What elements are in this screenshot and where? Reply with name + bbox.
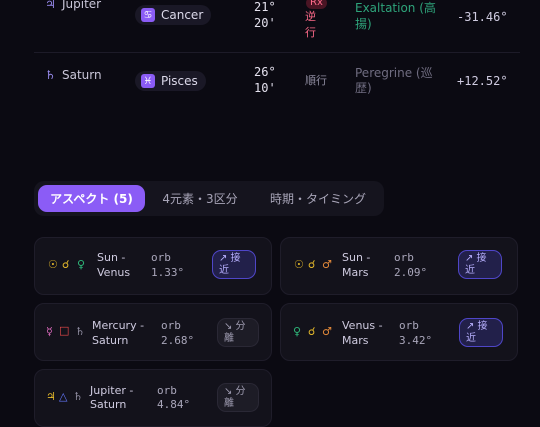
orb-value: 1.33° (151, 266, 185, 279)
tab-elements[interactable]: 4元素・3区分 (150, 185, 250, 212)
aspect-card-mercury-saturn[interactable]: ☿ □ ♄ Mercury - Saturn orb 2.68° ↘ 分 離 (34, 303, 272, 361)
saturn-icon: ♄ (75, 325, 85, 338)
saturn-icon: ♄ (73, 390, 83, 403)
motion-status: 順行 (305, 74, 327, 87)
aspect-card-sun-venus[interactable]: ☉ ☌ ♀ Sun - Venus orb 1.33° ↗ 接 近 (34, 237, 272, 295)
sign-name: Pisces (161, 74, 198, 88)
saturn-icon: ♄ (45, 68, 56, 82)
orb-value: 4.84° (157, 398, 191, 411)
badge-line2: 離 (224, 333, 234, 344)
badge-line2: 離 (224, 398, 234, 409)
badge-line1: ↗ 接 (465, 253, 487, 264)
orb-label: orb (161, 319, 181, 332)
aspect-pair-line1: Mercury - (92, 319, 145, 332)
badge-line1: ↗ 接 (466, 321, 488, 332)
orb-value: 2.09° (394, 266, 428, 279)
aspect-pair-line1: Venus - (342, 319, 383, 332)
aspect-pair-line2: Mars (342, 334, 369, 347)
badge-line2: 近 (466, 333, 476, 344)
applying-badge: ↗ 接 近 (458, 250, 502, 279)
dignity-line1: Exaltation (高 (355, 1, 436, 15)
sun-icon: ☉ (294, 258, 304, 271)
tab-bar: アスペクト (5) 4元素・3区分 時期・タイミング (34, 181, 384, 216)
separating-badge: ↘ 分 離 (217, 383, 259, 412)
conjunction-icon: ☌ (308, 325, 316, 338)
score: -31.46° (457, 10, 508, 24)
minutes: 10' (254, 81, 276, 95)
cancer-icon: ♋ (141, 8, 155, 22)
conjunction-icon: ☌ (308, 258, 316, 271)
retrograde-badge: Rx (306, 0, 327, 9)
applying-badge: ↗ 接 近 (212, 250, 256, 279)
minutes: 20' (254, 16, 276, 30)
dignity-line1: Peregrine (巡 (355, 66, 433, 80)
badge-line1: ↗ 接 (219, 253, 241, 264)
dignity-line2: 歴) (355, 81, 372, 95)
trine-icon: △ (59, 390, 68, 403)
badge-line2: 近 (465, 265, 475, 276)
aspect-pair-line2: Mars (342, 266, 369, 279)
aspect-card-venus-mars[interactable]: ♀ ☌ ♂ Venus - Mars orb 3.42° ↗ 接 近 (280, 303, 518, 361)
aspect-pair-line2: Venus (97, 266, 131, 279)
badge-line1: ↘ 分 (224, 386, 246, 397)
motion-line1: 逆 (305, 10, 316, 23)
row-divider (34, 52, 520, 53)
degree: 26° (254, 65, 276, 79)
aspect-pair-line1: Jupiter - (90, 384, 134, 397)
square-icon: □ (59, 324, 70, 337)
badge-line2: 近 (219, 265, 229, 276)
tab-aspects[interactable]: アスペクト (5) (38, 185, 145, 212)
dignity-line2: 揚) (355, 17, 372, 31)
motion-line2: 行 (305, 26, 316, 39)
aspect-pair-line2: Saturn (90, 398, 127, 411)
mars-icon: ♂ (322, 258, 332, 271)
aspect-pair-line1: Sun - (342, 251, 371, 264)
jupiter-icon: ♃ (46, 390, 56, 403)
sign-pill: ♋ Cancer (135, 5, 212, 25)
tab-timing[interactable]: 時期・タイミング (256, 185, 380, 212)
sign-name: Cancer (161, 8, 204, 22)
orb-label: orb (151, 251, 171, 264)
orb-value: 2.68° (161, 334, 195, 347)
degree: 21° (254, 0, 276, 14)
jupiter-icon: ♃ (45, 0, 56, 11)
separating-badge: ↘ 分 離 (217, 318, 259, 347)
venus-icon: ♀ (77, 258, 86, 271)
score: +12.52° (457, 74, 508, 88)
sun-icon: ☉ (48, 258, 58, 271)
mars-icon: ♂ (322, 325, 332, 338)
pisces-icon: ♓ (141, 74, 155, 88)
orb-label: orb (399, 319, 419, 332)
aspect-pair-line2: Saturn (92, 334, 129, 347)
orb-label: orb (394, 251, 414, 264)
orb-value: 3.42° (399, 334, 433, 347)
mercury-icon: ☿ (46, 325, 53, 338)
sign-pill: ♓ Pisces (135, 71, 206, 91)
applying-badge: ↗ 接 近 (459, 318, 503, 347)
aspect-pair-line1: Sun - (97, 251, 126, 264)
venus-icon: ♀ (293, 325, 302, 338)
orb-label: orb (157, 384, 177, 397)
planet-name: Jupiter (62, 0, 102, 11)
aspect-card-sun-mars[interactable]: ☉ ☌ ♂ Sun - Mars orb 2.09° ↗ 接 近 (280, 237, 518, 295)
planet-name: Saturn (62, 68, 102, 82)
conjunction-icon: ☌ (62, 258, 70, 271)
badge-line1: ↘ 分 (224, 321, 246, 332)
aspect-card-jupiter-saturn[interactable]: ♃ △ ♄ Jupiter - Saturn orb 4.84° ↘ 分 離 (34, 369, 272, 427)
